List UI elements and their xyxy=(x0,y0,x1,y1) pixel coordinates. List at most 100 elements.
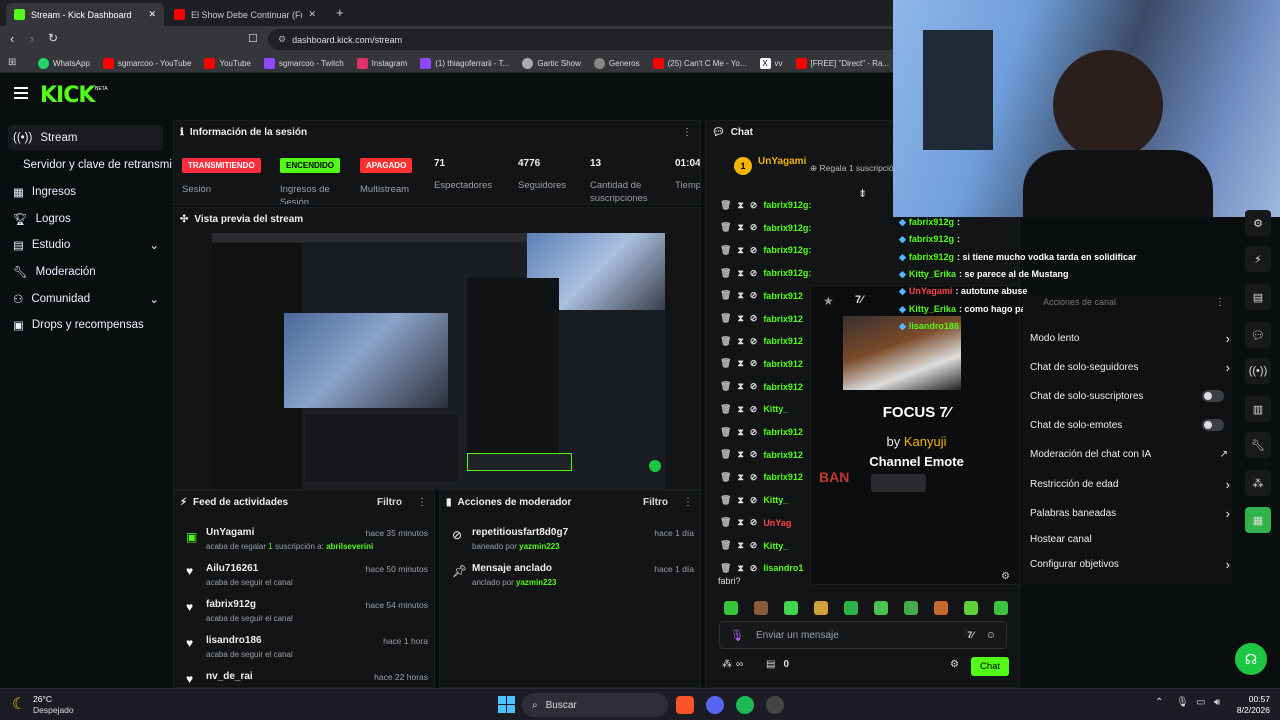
emote-icon[interactable] xyxy=(724,601,738,615)
timeout-icon[interactable]: ⧗ xyxy=(737,313,743,324)
sidebar-item-stream-key[interactable]: Servidor y clave de retransmisión xyxy=(18,152,172,177)
trash-icon[interactable]: 🗑︎ xyxy=(720,563,731,574)
mic-icon[interactable]: 🎙︎ xyxy=(730,629,744,642)
chat-settings-icon[interactable]: ⚙ xyxy=(950,659,959,670)
chat-username[interactable]: fabrix912g: xyxy=(763,200,811,210)
bookmark-twitch-2[interactable]: (1) thiagoferrarii - T... xyxy=(420,58,509,69)
emoji-icon[interactable]: ☺ xyxy=(986,630,996,641)
chat-bubble-icon[interactable]: 💬︎ xyxy=(1245,322,1271,348)
kebab-menu-icon[interactable]: ⋮ xyxy=(683,497,693,508)
mod-user[interactable]: yazmin223 xyxy=(519,542,559,551)
timeout-icon[interactable]: ⧗ xyxy=(737,268,743,279)
timeout-icon[interactable]: ⧗ xyxy=(737,449,743,460)
trash-icon[interactable]: 🗑︎ xyxy=(720,381,731,392)
timeout-icon[interactable]: ⧗ xyxy=(737,517,743,528)
forward-icon[interactable]: › xyxy=(30,31,34,46)
overlay-chat-user[interactable]: fabrix912g xyxy=(909,217,954,228)
emote-icon[interactable] xyxy=(784,601,798,615)
emote-author[interactable]: Kanyuji xyxy=(904,434,947,449)
trash-icon[interactable]: 🗑︎ xyxy=(720,245,731,256)
discord-icon[interactable] xyxy=(706,696,724,714)
emote-icon[interactable] xyxy=(874,601,888,615)
feed-username[interactable]: Ailu716261 xyxy=(206,563,258,574)
bookmark-generos[interactable]: Generos xyxy=(593,58,640,69)
weather-temp[interactable]: 26°C xyxy=(33,694,52,704)
mod-menu-item[interactable]: Moderación del chat con IA ↗ xyxy=(1030,443,1230,465)
feed-username[interactable]: nv_de_rai xyxy=(206,671,253,682)
trash-icon[interactable]: 🗑︎ xyxy=(720,449,731,460)
timeout-icon[interactable]: ⧗ xyxy=(737,540,743,551)
mod-pinned-message[interactable]: Mensaje anclado xyxy=(472,563,552,574)
trash-icon[interactable]: 🗑︎ xyxy=(720,222,731,233)
trash-icon[interactable]: 🗑︎ xyxy=(720,427,731,438)
kebab-menu-icon[interactable]: ⋮ xyxy=(417,497,427,508)
trash-icon[interactable]: 🗑︎ xyxy=(720,268,731,279)
ban-icon[interactable]: ⊘ xyxy=(750,200,758,211)
trash-icon[interactable]: 🗑︎ xyxy=(720,200,731,211)
layout-icon[interactable]: ▥ xyxy=(1245,396,1271,422)
ban-icon[interactable]: ⊘ xyxy=(750,495,758,506)
address-bar[interactable]: ⚙ dashboard.kick.com/stream xyxy=(268,29,908,50)
ban-icon[interactable]: ⊘ xyxy=(750,222,758,233)
activity-filter-button[interactable]: Filtro xyxy=(377,497,402,508)
timeout-icon[interactable]: ⧗ xyxy=(737,404,743,415)
taskbar-search[interactable]: ⌕ Buscar xyxy=(522,693,668,717)
site-info-icon[interactable]: ⚙ xyxy=(278,34,286,45)
timeout-icon[interactable]: ⧗ xyxy=(737,290,743,301)
wrench-icon[interactable]: 🔧︎ xyxy=(1245,432,1271,458)
feed-username[interactable]: lisandro186 xyxy=(206,635,262,646)
ban-emote[interactable]: BAN xyxy=(819,469,849,485)
star-icon[interactable]: ★ xyxy=(823,294,834,308)
timeout-icon[interactable]: ⧗ xyxy=(737,495,743,506)
emote-icon[interactable] xyxy=(994,601,1008,615)
ban-icon[interactable]: ⊘ xyxy=(750,563,758,574)
close-tab-icon[interactable]: ✕ xyxy=(148,9,156,20)
channel-points[interactable]: ⁂ ∞ xyxy=(722,659,743,670)
ban-icon[interactable]: ⊘ xyxy=(750,404,758,415)
bookmark-youtube-3[interactable]: (25) Can't C Me - Yo... xyxy=(652,58,747,69)
clock-date[interactable]: 8/2/2026 xyxy=(1226,705,1270,715)
mod-menu-item[interactable]: Configurar objetivos › xyxy=(1030,553,1230,575)
bookmark-instagram[interactable]: Instagram xyxy=(356,58,407,69)
settings-icon[interactable]: ⚙ xyxy=(1245,210,1271,236)
chat-username[interactable]: fabrix912g: xyxy=(763,268,811,278)
trash-icon[interactable]: 🗑︎ xyxy=(720,517,731,528)
overlay-chat-user[interactable]: fabrix912g xyxy=(909,234,954,245)
chat-username[interactable]: fabrix912 xyxy=(763,427,803,437)
overlay-chat-user[interactable]: lisandro186 xyxy=(909,321,959,332)
mod-menu-item[interactable]: Restricción de edad › xyxy=(1030,473,1230,495)
reload-icon[interactable]: ↻ xyxy=(48,31,58,45)
mod-menu-item[interactable]: Chat de solo-seguidores › xyxy=(1030,356,1230,378)
timeout-icon[interactable]: ⧗ xyxy=(737,381,743,392)
emote-settings-icon[interactable]: ⚙ xyxy=(1001,571,1010,582)
brave-browser-icon[interactable] xyxy=(676,696,694,714)
7tv-emote-button-icon[interactable]: 7⁄ xyxy=(967,630,974,640)
emote-icon[interactable] xyxy=(904,601,918,615)
chat-username[interactable]: Kitty_ xyxy=(763,495,788,505)
chat-username[interactable]: fabrix912g: xyxy=(763,223,811,233)
overlay-chat-user[interactable]: fabrix912g xyxy=(909,252,954,263)
timeout-icon[interactable]: ⧗ xyxy=(737,563,743,574)
sidebar-item-moderacion[interactable]: 🔧︎ Moderación xyxy=(8,259,163,284)
trash-icon[interactable]: 🗑︎ xyxy=(720,313,731,324)
chat-username[interactable]: fabrix912 xyxy=(763,336,803,346)
timeout-icon[interactable]: ⧗ xyxy=(737,472,743,483)
chat-username[interactable]: lisandro1 xyxy=(763,563,803,573)
chat-username[interactable]: Kitty_ xyxy=(763,404,788,414)
emote-icon[interactable] xyxy=(964,601,978,615)
kick-logo[interactable]: KICK xyxy=(40,83,95,108)
overlay-chat-user[interactable]: Kitty_Erika xyxy=(909,269,956,280)
apps-icon[interactable]: ⊞ xyxy=(8,57,16,68)
broadcast-icon[interactable]: ((•)) xyxy=(1245,358,1271,384)
sidebar-item-ingresos[interactable]: ▦ Ingresos xyxy=(8,179,163,204)
kebab-menu-icon[interactable]: ⋮ xyxy=(682,127,692,138)
gifter-username[interactable]: UnYagami xyxy=(758,156,806,167)
toggle-switch[interactable] xyxy=(1202,419,1224,431)
volume-icon[interactable]: 🔊︎ xyxy=(1214,697,1220,708)
overlay-chat-user[interactable]: UnYagami xyxy=(909,286,953,297)
sidebar-item-stream[interactable]: ((•)) Stream xyxy=(8,125,163,150)
bookmark-youtube-4[interactable]: [FREE] "Direct" - Ra... xyxy=(795,58,889,69)
scroll-down-icon[interactable]: ⇟ xyxy=(858,187,867,200)
mod-menu-item[interactable]: Chat de solo-emotes xyxy=(1030,414,1230,436)
kebab-menu-icon[interactable]: ⋮ xyxy=(1215,297,1225,308)
